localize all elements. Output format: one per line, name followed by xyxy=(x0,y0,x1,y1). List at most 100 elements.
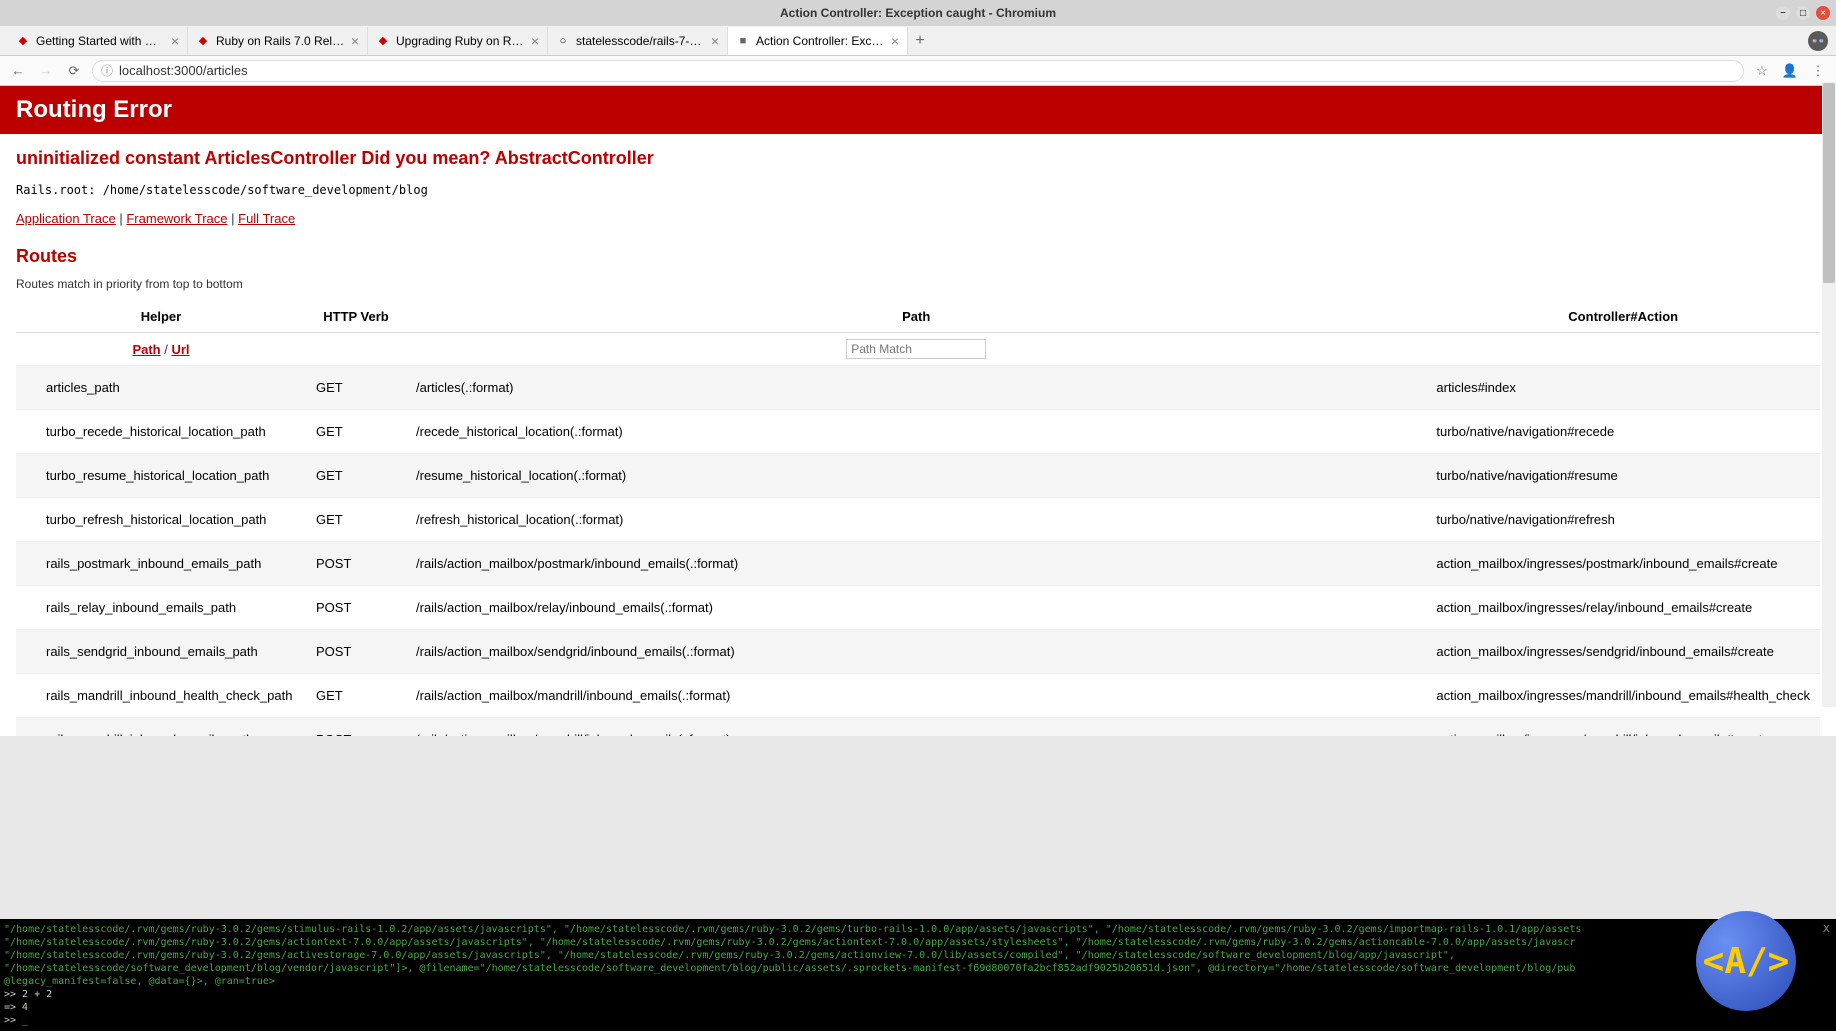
terminal-close-button[interactable]: x xyxy=(1823,921,1830,937)
table-row: rails_mandrill_inbound_health_check_path… xyxy=(16,674,1820,718)
tab-favicon-icon: ◆ xyxy=(16,34,30,48)
menu-icon[interactable]: ⋮ xyxy=(1808,61,1828,81)
error-header: Routing Error xyxy=(0,86,1836,134)
path-url-toggle: Path / Url xyxy=(16,333,306,366)
browser-tab[interactable]: ◆ Upgrading Ruby on Rails × xyxy=(368,27,548,55)
error-message: uninitialized constant ArticlesControlle… xyxy=(16,148,1820,169)
tab-favicon-icon: ○ xyxy=(556,34,570,48)
cell-path: /rails/action_mailbox/relay/inbound_emai… xyxy=(406,586,1426,630)
browser-tab[interactable]: ◆ Getting Started with Rails × xyxy=(8,27,188,55)
terminal-line: @legacy_manifest=false, @data={}>, @ran=… xyxy=(4,975,1832,988)
table-row: turbo_refresh_historical_location_path G… xyxy=(16,498,1820,542)
cell-verb: POST xyxy=(306,542,406,586)
terminal-prompt[interactable]: >> █ xyxy=(4,1014,1832,1027)
logo-badge: <A/> xyxy=(1696,911,1796,1011)
scrollbar-thumb[interactable] xyxy=(1823,83,1835,283)
back-button[interactable]: ← xyxy=(8,61,28,81)
cell-path: /rails/action_mailbox/mandrill/inbound_e… xyxy=(406,718,1426,737)
table-row: turbo_resume_historical_location_path GE… xyxy=(16,454,1820,498)
terminal-line: "/home/statelesscode/software_developmen… xyxy=(4,962,1832,975)
tab-title: statelesscode/rails-7-gett xyxy=(576,34,705,48)
cell-action: action_mailbox/ingresses/mandrill/inboun… xyxy=(1426,674,1820,718)
error-body: uninitialized constant ArticlesControlle… xyxy=(0,134,1836,736)
profile-icon[interactable]: 👤 xyxy=(1780,61,1800,81)
cell-path: /rails/action_mailbox/mandrill/inbound_e… xyxy=(406,674,1426,718)
cell-action: action_mailbox/ingresses/postmark/inboun… xyxy=(1426,542,1820,586)
cell-verb: GET xyxy=(306,366,406,410)
browser-tab[interactable]: ○ statelesscode/rails-7-gett × xyxy=(548,27,728,55)
cell-verb: GET xyxy=(306,498,406,542)
trace-links: Application Trace | Framework Trace | Fu… xyxy=(16,211,1820,226)
url-text: localhost:3000/articles xyxy=(119,63,248,78)
routes-note: Routes match in priority from top to bot… xyxy=(16,277,1820,291)
tab-close-button[interactable]: × xyxy=(171,33,179,49)
tab-close-button[interactable]: × xyxy=(711,33,719,49)
routes-heading: Routes xyxy=(16,246,1820,267)
cell-action: turbo/native/navigation#refresh xyxy=(1426,498,1820,542)
cell-path: /resume_historical_location(.:format) xyxy=(406,454,1426,498)
reload-button[interactable]: ⟳ xyxy=(64,61,84,81)
column-path: Path xyxy=(406,301,1426,333)
tab-favicon-icon: ◆ xyxy=(376,34,390,48)
window-controls: − □ × xyxy=(1776,6,1830,20)
window-titlebar: Action Controller: Exception caught - Ch… xyxy=(0,0,1836,26)
terminal-line: "/home/statelesscode/.rvm/gems/ruby-3.0.… xyxy=(4,949,1832,962)
window-title: Action Controller: Exception caught - Ch… xyxy=(780,6,1056,20)
path-link[interactable]: Path xyxy=(132,342,160,357)
tab-close-button[interactable]: × xyxy=(891,33,899,49)
tab-close-button[interactable]: × xyxy=(351,33,359,49)
table-row: rails_postmark_inbound_emails_path POST … xyxy=(16,542,1820,586)
cell-helper: rails_sendgrid_inbound_emails_path xyxy=(16,630,306,674)
url-link[interactable]: Url xyxy=(171,342,189,357)
application-trace-link[interactable]: Application Trace xyxy=(16,211,116,226)
cell-verb: POST xyxy=(306,586,406,630)
terminal-result: => 4 xyxy=(4,1001,1832,1014)
window-maximize-button[interactable]: □ xyxy=(1796,6,1810,20)
terminal-line: "/home/statelesscode/.rvm/gems/ruby-3.0.… xyxy=(4,936,1832,949)
routes-table: Helper HTTP Verb Path Controller#Action … xyxy=(16,301,1820,736)
rails-root: Rails.root: /home/statelesscode/software… xyxy=(16,183,1820,197)
framework-trace-link[interactable]: Framework Trace xyxy=(126,211,227,226)
table-row: turbo_recede_historical_location_path GE… xyxy=(16,410,1820,454)
cell-action: turbo/native/navigation#recede xyxy=(1426,410,1820,454)
cell-verb: GET xyxy=(306,454,406,498)
cell-verb: GET xyxy=(306,674,406,718)
table-row: rails_relay_inbound_emails_path POST /ra… xyxy=(16,586,1820,630)
tab-title: Getting Started with Rails xyxy=(36,34,165,48)
page-content: Routing Error uninitialized constant Art… xyxy=(0,86,1836,736)
cell-path: /articles(.:format) xyxy=(406,366,1426,410)
table-row: rails_sendgrid_inbound_emails_path POST … xyxy=(16,630,1820,674)
cell-helper: rails_postmark_inbound_emails_path xyxy=(16,542,306,586)
terminal[interactable]: x "/home/statelesscode/.rvm/gems/ruby-3.… xyxy=(0,919,1836,1031)
browser-tab[interactable]: ■ Action Controller: Except × xyxy=(728,27,908,55)
window-close-button[interactable]: × xyxy=(1816,6,1830,20)
forward-button[interactable]: → xyxy=(36,61,56,81)
tab-close-button[interactable]: × xyxy=(531,33,539,49)
url-bar[interactable]: ⓘ localhost:3000/articles xyxy=(92,60,1744,82)
star-icon[interactable]: ☆ xyxy=(1752,61,1772,81)
cell-helper: articles_path xyxy=(16,366,306,410)
browser-tab[interactable]: ◆ Ruby on Rails 7.0 Release × xyxy=(188,27,368,55)
window-minimize-button[interactable]: − xyxy=(1776,6,1790,20)
browser-tabs: ◆ Getting Started with Rails × ◆ Ruby on… xyxy=(0,26,1836,56)
cell-path: /rails/action_mailbox/postmark/inbound_e… xyxy=(406,542,1426,586)
tab-title: Upgrading Ruby on Rails xyxy=(396,34,525,48)
scrollbar[interactable] xyxy=(1822,82,1836,707)
cell-action: articles#index xyxy=(1426,366,1820,410)
cell-path: /rails/action_mailbox/sendgrid/inbound_e… xyxy=(406,630,1426,674)
cell-action: action_mailbox/ingresses/mandrill/inboun… xyxy=(1426,718,1820,737)
full-trace-link[interactable]: Full Trace xyxy=(238,211,295,226)
path-match-input[interactable] xyxy=(846,339,986,359)
cell-verb: GET xyxy=(306,410,406,454)
cell-helper: turbo_resume_historical_location_path xyxy=(16,454,306,498)
column-action: Controller#Action xyxy=(1426,301,1820,333)
tab-title: Action Controller: Except xyxy=(756,34,885,48)
cell-helper: turbo_recede_historical_location_path xyxy=(16,410,306,454)
column-verb: HTTP Verb xyxy=(306,301,406,333)
cell-action: action_mailbox/ingresses/relay/inbound_e… xyxy=(1426,586,1820,630)
logo-icon: <A/> xyxy=(1703,941,1790,982)
column-helper: Helper xyxy=(16,301,306,333)
cell-action: action_mailbox/ingresses/sendgrid/inboun… xyxy=(1426,630,1820,674)
incognito-icon[interactable]: 👓 xyxy=(1808,31,1828,51)
new-tab-button[interactable]: + xyxy=(908,29,932,53)
